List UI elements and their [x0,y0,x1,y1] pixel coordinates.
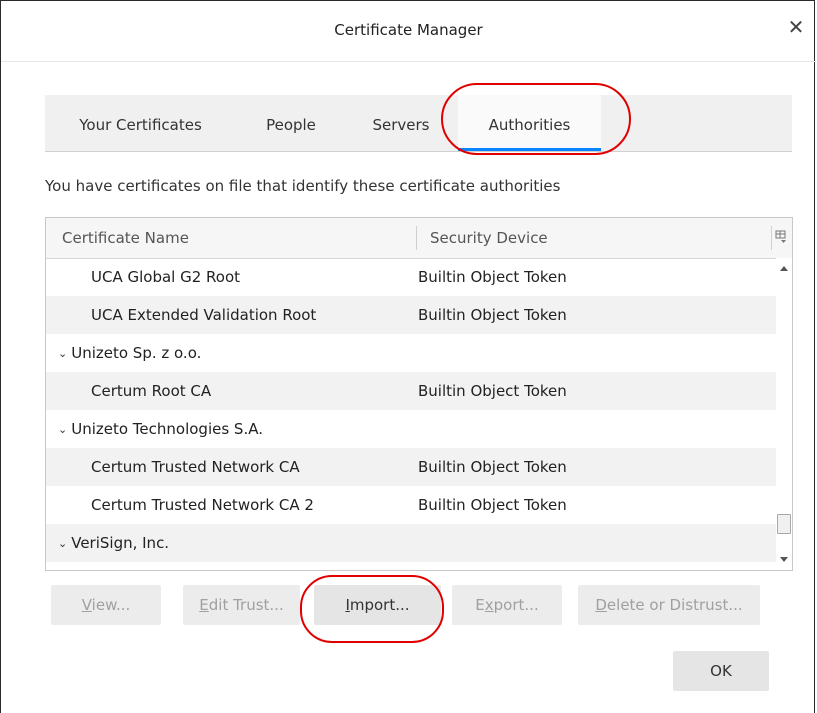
column-divider[interactable] [416,226,417,250]
dialog-title: Certificate Manager [334,21,483,39]
tab-authorities[interactable]: Authorities [458,95,601,151]
certificate-name: Certum Trusted Network CA 2 [91,496,314,514]
scrollbar-thumb[interactable] [777,514,791,534]
tree-group-row[interactable]: ⌄ Unizeto Sp. z o.o. [46,334,776,372]
scroll-up-icon[interactable] [780,266,788,271]
organization-name: VeriSign, Inc. [71,534,170,552]
certificate-name: Certum Root CA [91,382,212,400]
description-text: You have certificates on file that ident… [45,177,561,195]
ok-button[interactable]: OK [673,651,769,691]
tree-row[interactable]: Certum Trusted Network CA 2 Builtin Obje… [46,486,776,524]
security-device: Builtin Object Token [418,382,567,400]
security-device: Builtin Object Token [418,268,567,286]
security-device: Builtin Object Token [418,458,567,476]
scroll-down-icon[interactable] [780,557,788,562]
view-button[interactable]: View... [51,585,161,625]
tree-rows: UCA Global G2 Root Builtin Object Token … [46,258,776,570]
certificate-tree[interactable]: Certificate Name Security Device UCA Glo… [45,217,793,571]
tab-selected-indicator [458,148,601,151]
tab-bar: Your Certificates People Servers Authori… [45,95,792,152]
tab-people[interactable]: People [236,95,346,151]
chevron-down-icon[interactable]: ⌄ [58,537,67,550]
organization-name: Unizeto Sp. z o.o. [71,344,202,362]
column-picker-icon[interactable] [775,230,787,244]
tree-group-row[interactable]: ⌄ Unizeto Technologies S.A. [46,410,776,448]
close-icon[interactable]: ✕ [784,15,808,39]
tree-row[interactable]: UCA Extended Validation Root Builtin Obj… [46,296,776,334]
export-button[interactable]: Export... [452,585,562,625]
organization-name: Unizeto Technologies S.A. [71,420,263,438]
tree-group-row[interactable]: ⌄ VeriSign, Inc. [46,524,776,562]
security-device: Builtin Object Token [418,306,567,324]
tree-row[interactable]: Certum Trusted Network CA Builtin Object… [46,448,776,486]
edit-trust-button[interactable]: Edit Trust... [183,585,300,625]
tab-label: Your Certificates [79,116,202,134]
chevron-down-icon[interactable]: ⌄ [58,423,67,436]
tree-row[interactable]: UCA Global G2 Root Builtin Object Token [46,258,776,296]
column-divider [771,226,772,250]
delete-or-distrust-button[interactable]: Delete or Distrust... [578,585,760,625]
tree-row[interactable]: Certum Root CA Builtin Object Token [46,372,776,410]
column-security-device[interactable]: Security Device [430,229,548,247]
column-header: Certificate Name Security Device [46,218,792,259]
tab-label: Servers [372,116,430,134]
security-device: Builtin Object Token [418,496,567,514]
tab-servers[interactable]: Servers [346,95,456,151]
tab-label: People [266,116,316,134]
certificate-manager-dialog: Certificate Manager ✕ Your Certificates … [0,0,816,713]
certificate-name: UCA Global G2 Root [91,268,241,286]
vertical-scrollbar[interactable] [776,258,792,570]
certificate-name: UCA Extended Validation Root [91,306,317,324]
import-button[interactable]: Import... [314,585,441,625]
title-bar: Certificate Manager ✕ [1,1,816,62]
tab-your-certificates[interactable]: Your Certificates [45,95,236,151]
tab-label: Authorities [488,116,571,134]
column-certificate-name[interactable]: Certificate Name [62,229,189,247]
certificate-name: Certum Trusted Network CA [91,458,300,476]
chevron-down-icon[interactable]: ⌄ [58,347,67,360]
